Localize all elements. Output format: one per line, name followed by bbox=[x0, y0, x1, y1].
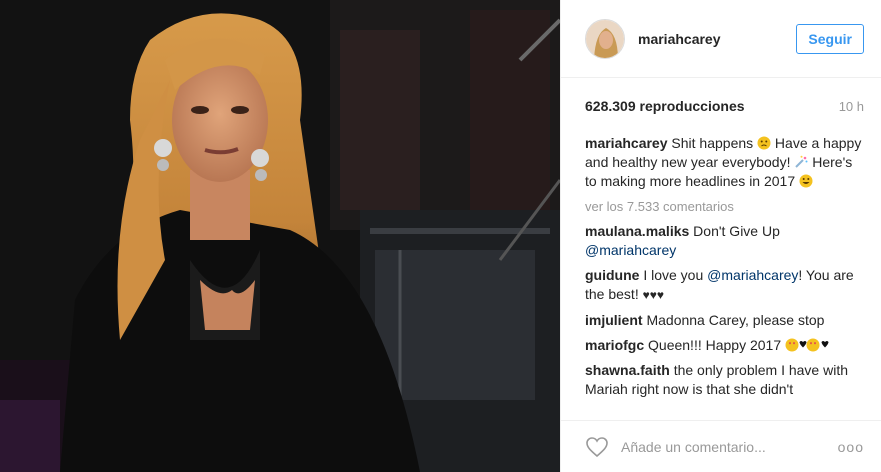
post-header: mariahcarey Seguir bbox=[561, 0, 881, 78]
post-username[interactable]: mariahcarey bbox=[638, 31, 796, 47]
comment-item: guidune I love you @mariahcarey! You are… bbox=[585, 266, 864, 305]
comment-text: Don't Give Up bbox=[693, 223, 780, 239]
comment-username[interactable]: shawna.faith bbox=[585, 362, 670, 378]
comment-username[interactable]: mariofgc bbox=[585, 337, 644, 353]
avatar[interactable] bbox=[585, 18, 625, 59]
post-sidebar: mariahcarey Seguir 628.309 reproduccione… bbox=[560, 0, 881, 472]
view-count: 628.309 reproducciones bbox=[585, 98, 745, 114]
post-timestamp[interactable]: 10 h bbox=[839, 99, 864, 114]
comment-item: maulana.maliks Don't Give Up @mariahcare… bbox=[585, 222, 864, 260]
frowning-face-emoji-icon bbox=[757, 136, 771, 150]
black-hearts-emoji-icon: ♥♥♥ bbox=[642, 288, 664, 302]
comment-text: I love you bbox=[643, 267, 704, 283]
caption-username[interactable]: mariahcarey bbox=[585, 135, 668, 151]
post-stats: 628.309 reproducciones 10 h bbox=[561, 78, 881, 134]
comment-item: imjulient Madonna Carey, please stop bbox=[585, 311, 864, 330]
confetti-wand-emoji-icon bbox=[795, 155, 808, 168]
video-frame bbox=[0, 0, 560, 472]
caption-text-1: Shit happens bbox=[671, 135, 754, 151]
comment-bar: Añade un comentario... ooo bbox=[561, 420, 881, 472]
heart-eyes-emoji-icon bbox=[785, 338, 829, 352]
heart-outline-icon[interactable] bbox=[585, 436, 609, 458]
comment-text: Queen!!! Happy 2017 bbox=[648, 337, 782, 353]
comment-mention[interactable]: @mariahcarey bbox=[707, 267, 798, 283]
caption: mariahcarey Shit happens Have a happy an… bbox=[585, 134, 864, 191]
grinning-face-emoji-icon bbox=[799, 174, 813, 188]
video-player[interactable] bbox=[0, 0, 560, 472]
avatar-image bbox=[586, 19, 624, 58]
view-all-comments-link[interactable]: ver los 7.533 comentarios bbox=[585, 197, 864, 216]
more-options-icon[interactable]: ooo bbox=[838, 439, 864, 455]
instagram-post-view: mariahcarey Seguir 628.309 reproduccione… bbox=[0, 0, 881, 472]
comment-item: mariofgc Queen!!! Happy 2017 bbox=[585, 336, 864, 355]
comment-username[interactable]: guidune bbox=[585, 267, 639, 283]
comment-username[interactable]: maulana.maliks bbox=[585, 223, 689, 239]
comment-mention[interactable]: @mariahcarey bbox=[585, 242, 676, 258]
comments-list: mariahcarey Shit happens Have a happy an… bbox=[561, 134, 881, 410]
add-comment-input[interactable]: Añade un comentario... bbox=[621, 439, 838, 455]
comment-username[interactable]: imjulient bbox=[585, 312, 643, 328]
comment-text: Madonna Carey, please stop bbox=[646, 312, 825, 328]
comment-item: shawna.faith the only problem I have wit… bbox=[585, 361, 864, 399]
follow-button[interactable]: Seguir bbox=[796, 23, 864, 54]
